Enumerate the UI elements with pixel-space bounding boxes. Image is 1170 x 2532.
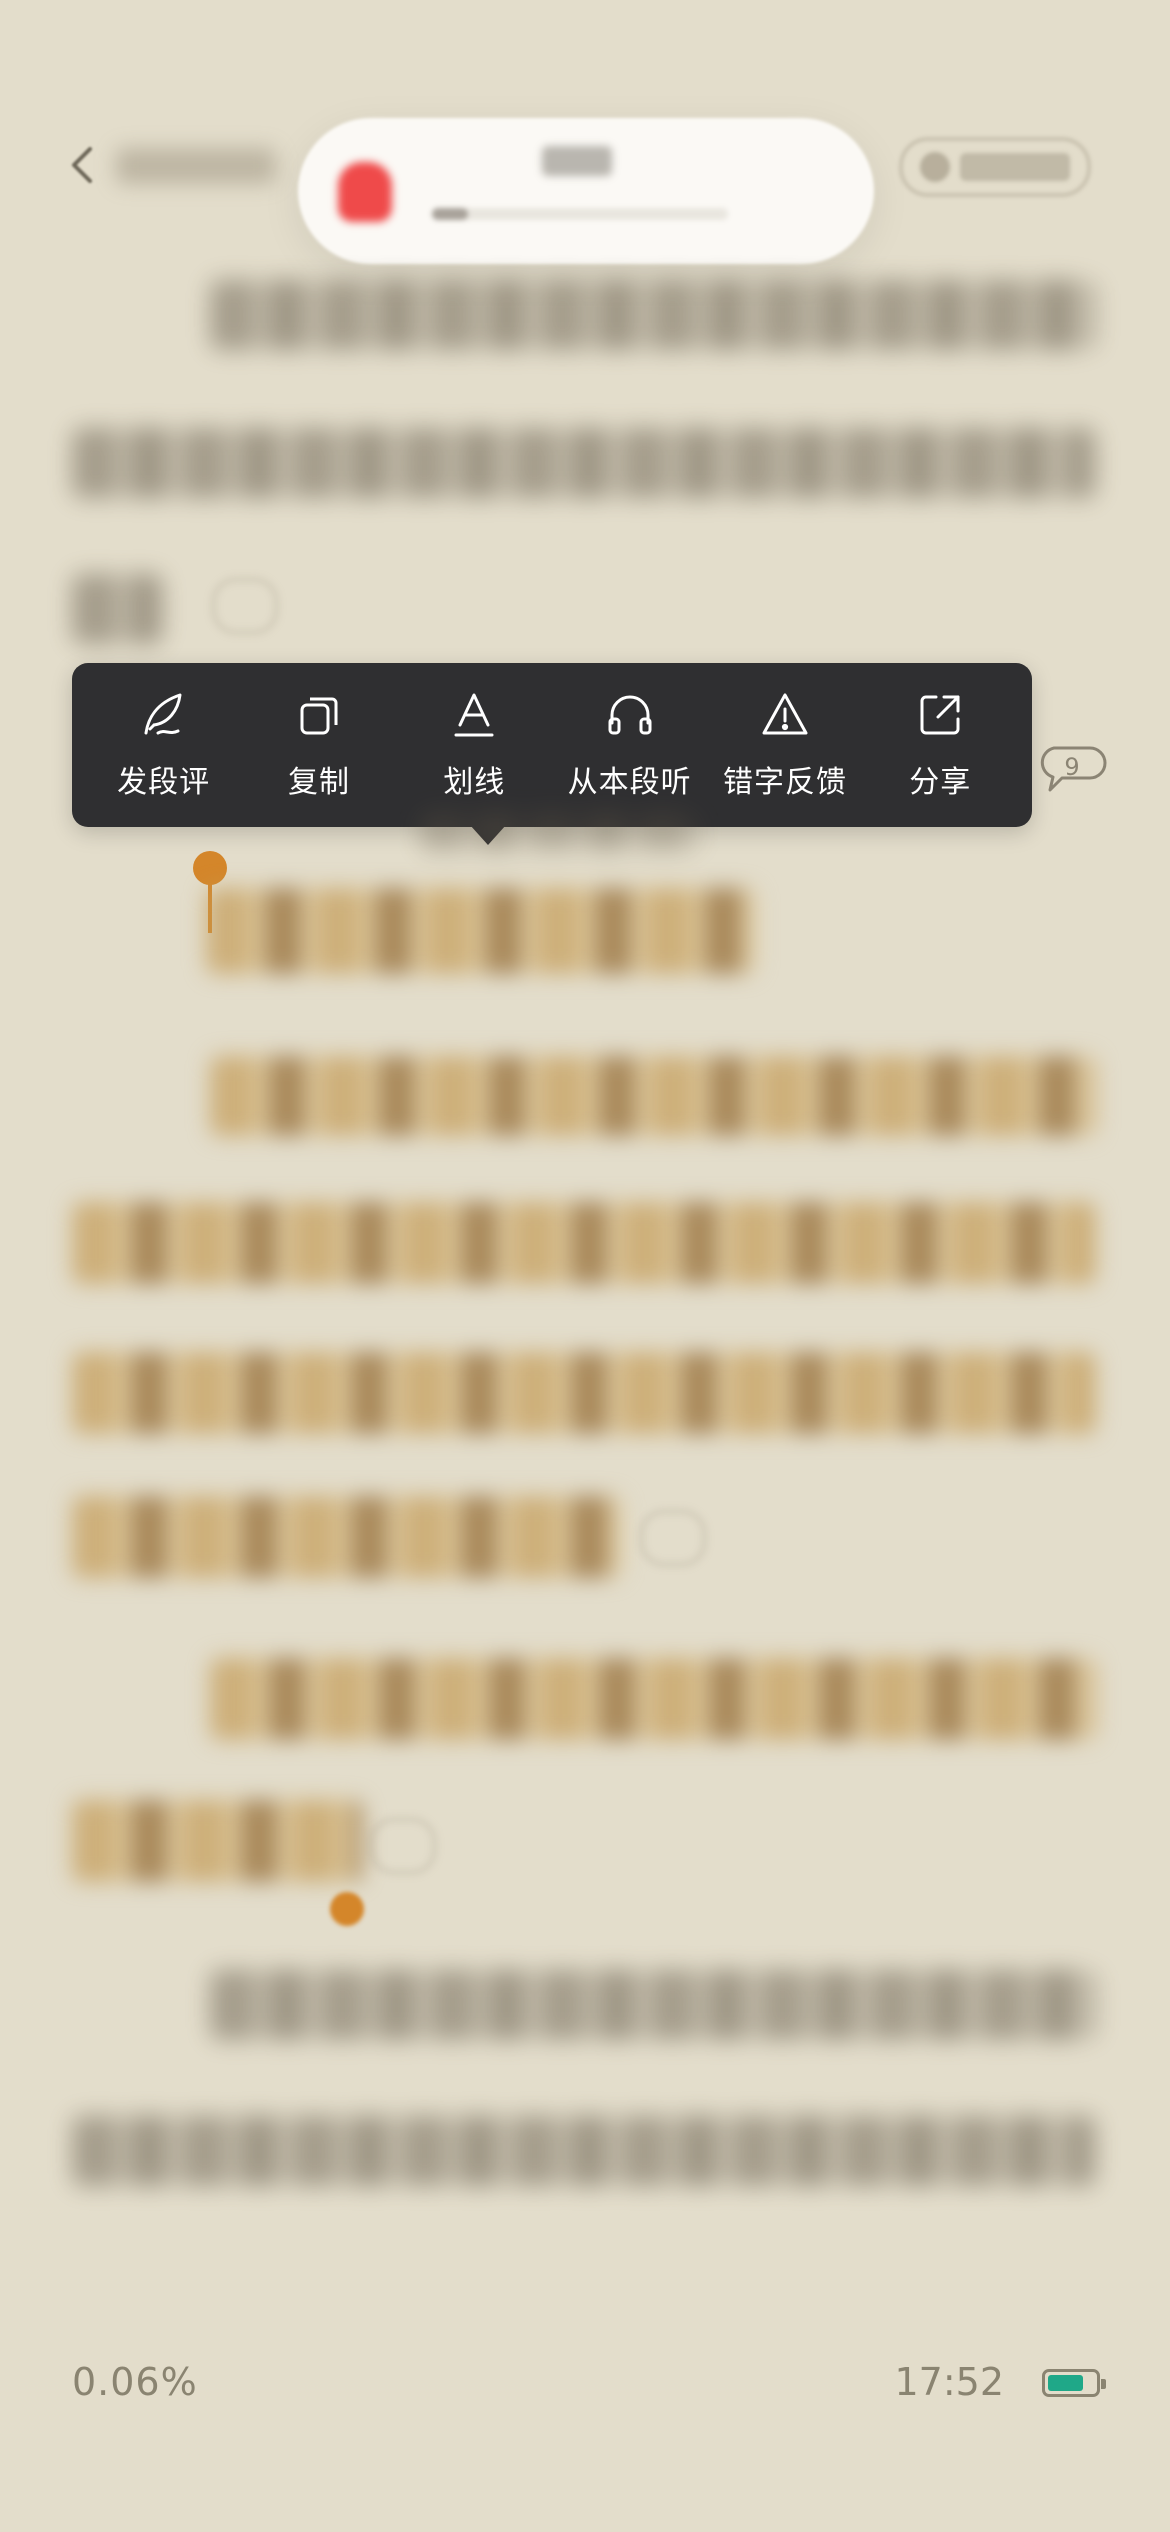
- quill-icon: [144, 693, 182, 735]
- audio-title-blurred: [542, 146, 612, 176]
- menu-label-share: 分享: [909, 765, 972, 800]
- selected-text-line: [72, 1496, 622, 1578]
- share-icon: [920, 695, 960, 735]
- menu-label-copy: 复制: [287, 765, 350, 800]
- selected-text-line: [72, 1202, 1096, 1284]
- menu-item-comment[interactable]: 发段评: [89, 675, 239, 815]
- text-line: [72, 574, 162, 644]
- selection-context-menu: 发段评 复制 划线 从本段听 错字反馈 分享: [72, 663, 1032, 827]
- battery-level-fill: [1048, 2375, 1083, 2391]
- paragraph-comment-icon-faint: [370, 1818, 436, 1874]
- back-button[interactable]: [62, 140, 102, 190]
- selected-text-line: [72, 1800, 362, 1882]
- reader-page: 发段评 复制 划线 从本段听 错字反馈 分享 9 0.06% 17:52: [0, 0, 1170, 2532]
- paragraph-comment-icon-faint: [212, 578, 278, 634]
- text-line: [210, 280, 1096, 350]
- battery-icon: [1042, 2369, 1106, 2397]
- selected-text-line: [210, 1056, 1096, 1136]
- text-line: [420, 812, 700, 852]
- comment-icon: [920, 152, 950, 182]
- menu-label-comment: 发段评: [117, 765, 211, 800]
- audio-cover-icon: [338, 162, 392, 222]
- selection-end-handle[interactable]: [330, 1892, 364, 1926]
- selected-text-line: [72, 1352, 1096, 1434]
- text-line: [72, 2116, 1096, 2186]
- book-title-blurred: [116, 148, 276, 184]
- menu-item-share[interactable]: 分享: [865, 675, 1015, 815]
- warning-icon: [762, 693, 808, 735]
- paragraph-comment-button[interactable]: 9: [1036, 744, 1108, 796]
- selected-text-line: [206, 888, 756, 974]
- underline-icon: [454, 693, 494, 737]
- selection-start-handle[interactable]: [193, 851, 227, 933]
- menu-label-underline: 划线: [443, 765, 506, 800]
- chevron-left-icon: [72, 147, 92, 183]
- copy-icon: [300, 697, 338, 735]
- text-line: [210, 1970, 1096, 2040]
- menu-label-typo-feedback: 错字反馈: [722, 765, 847, 800]
- reading-progress-text: 0.06%: [72, 2360, 198, 2404]
- headphones-icon: [608, 695, 652, 735]
- menu-item-underline[interactable]: 划线: [399, 675, 549, 815]
- chapter-comment-button[interactable]: [900, 138, 1090, 196]
- audio-progress-fill: [432, 208, 468, 220]
- selected-text-line: [210, 1658, 1096, 1740]
- menu-item-listen[interactable]: 从本段听: [555, 675, 705, 815]
- menu-label-listen: 从本段听: [567, 765, 692, 800]
- menu-item-typo-feedback[interactable]: 错字反馈: [710, 675, 860, 815]
- audio-player-pill[interactable]: [298, 118, 874, 264]
- audio-progress-track[interactable]: [432, 208, 728, 220]
- paragraph-comment-icon-faint: [640, 1510, 706, 1566]
- chapter-comment-count-blurred: [960, 153, 1070, 181]
- menu-item-copy[interactable]: 复制: [244, 675, 394, 815]
- text-line: [72, 428, 1096, 498]
- time-text: 17:52: [894, 2360, 1004, 2404]
- paragraph-comment-count: 9: [1064, 753, 1080, 781]
